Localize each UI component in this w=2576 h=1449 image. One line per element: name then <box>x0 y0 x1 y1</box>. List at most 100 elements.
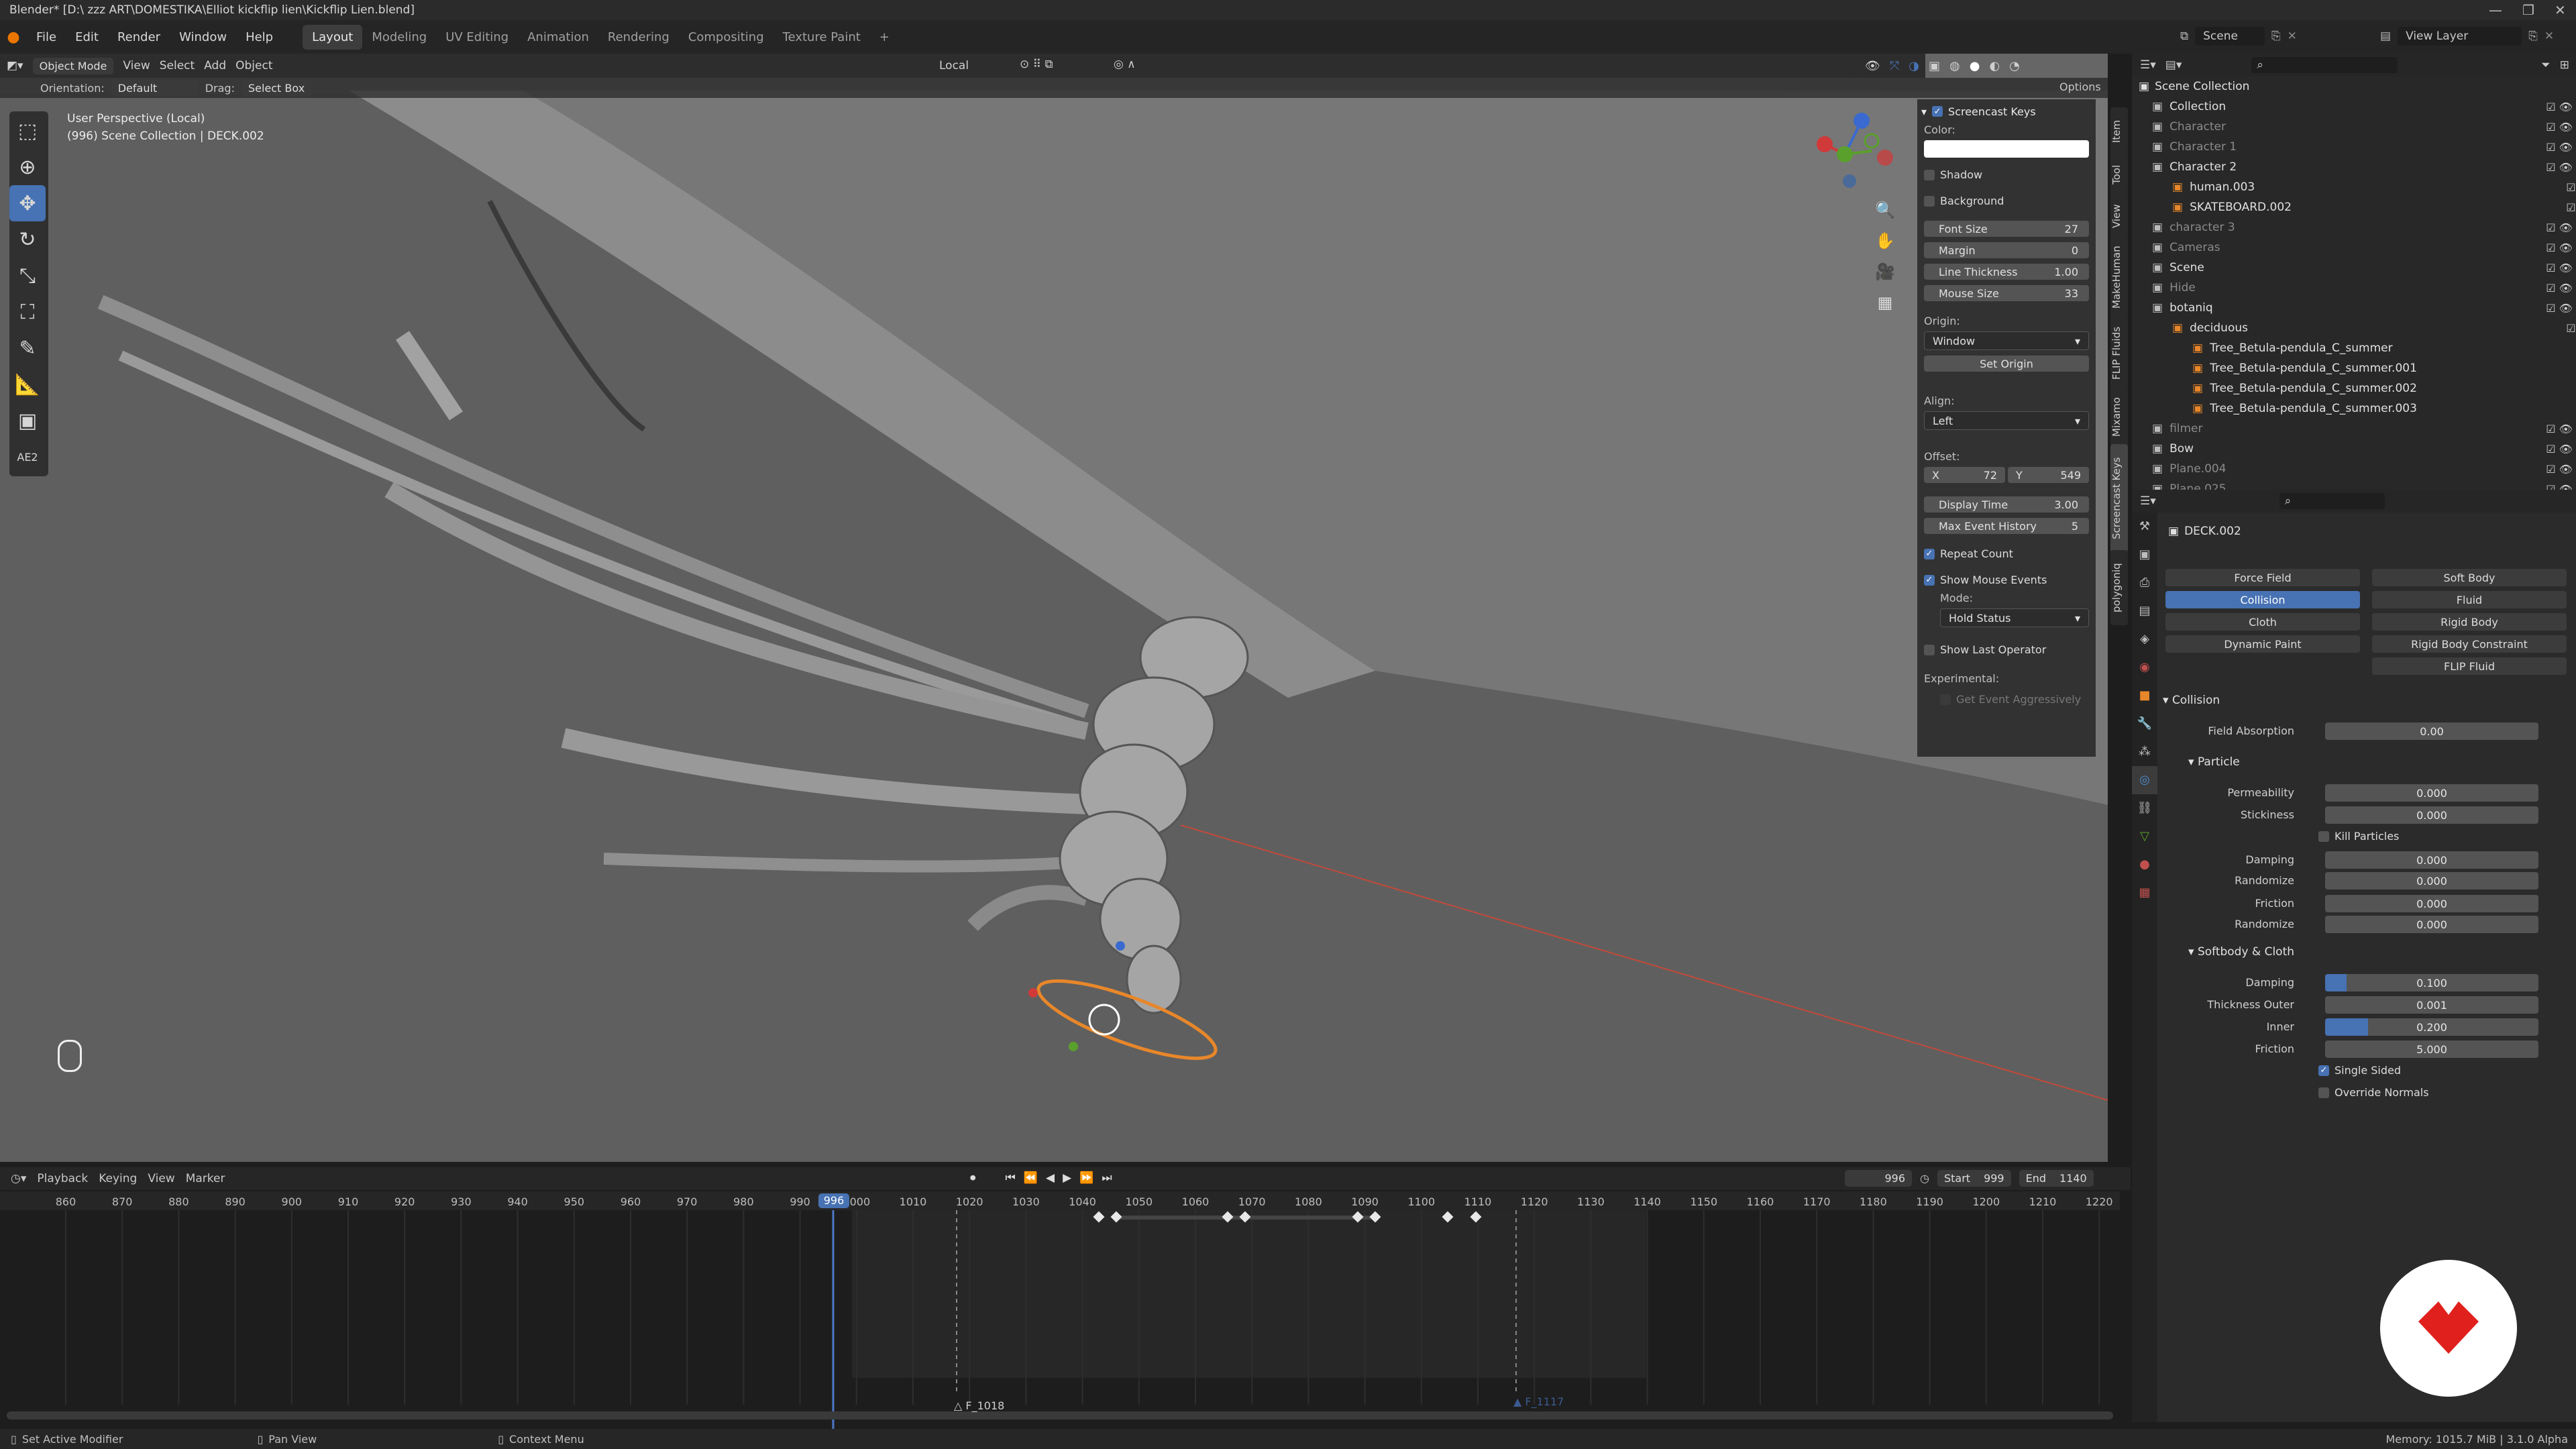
outliner-item[interactable]: ▣ Hide ☑ 👁 📷 <box>2132 278 2576 298</box>
outliner-search-icon[interactable]: ⌕ <box>2251 57 2398 73</box>
menu-window[interactable]: Window <box>170 30 236 44</box>
particle-subpanel-header[interactable]: ▾ Particle <box>2188 755 2240 769</box>
set-origin-button[interactable]: Set Origin <box>1924 356 2089 372</box>
physics-fluid-button[interactable]: Fluid <box>2372 591 2567 608</box>
properties-search-icon[interactable]: ⌕ <box>2279 493 2385 509</box>
outliner-display-mode-icon[interactable]: ▤▾ <box>2165 58 2182 72</box>
visibility-toggles[interactable]: ☑ 👁 📷 <box>2546 121 2576 133</box>
timeline-editor-icon[interactable]: ◷▾ <box>11 1172 26 1185</box>
new-collection-icon[interactable]: ⊞ <box>2560 58 2569 72</box>
outliner-item[interactable]: ▣ botaniq ☑ 👁 📷 <box>2132 298 2576 318</box>
outliner-item[interactable]: ▣Tree_Betula-pendula_C_summer.003☑ 👁 📷 <box>2132 398 2576 419</box>
start-frame-field[interactable]: Start 999 <box>1937 1170 2011 1187</box>
offset-y-field[interactable]: Y 549 <box>2008 467 2089 483</box>
damping-field[interactable]: 0.000 <box>2325 851 2538 869</box>
data-tab-icon[interactable]: ▽ <box>2132 822 2157 851</box>
visibility-toggles[interactable]: ☑ 👁 📷 <box>2546 262 2576 274</box>
visibility-toggles[interactable]: ☑ 👁 📷 <box>2546 282 2576 294</box>
options-dropdown[interactable]: Options <box>2059 80 2101 93</box>
scale-tool-icon[interactable]: ⤡ <box>9 258 46 294</box>
new-scene-icon[interactable]: ⎘ <box>2271 30 2281 43</box>
record-icon[interactable]: ⏺ <box>970 1171 976 1185</box>
visibility-toggles[interactable]: ☑ 👁 📷 <box>2546 241 2576 254</box>
menu-view-timeline[interactable]: View <box>148 1172 174 1185</box>
sidebar-tab-view[interactable]: View <box>2110 193 2128 239</box>
physics-tab-icon[interactable]: ◎ <box>2132 766 2157 794</box>
display-time-field[interactable]: Display Time 3.00 <box>1924 496 2089 513</box>
override-normals-checkbox[interactable]: Override Normals <box>2318 1086 2429 1099</box>
randomize-field[interactable]: 0.000 <box>2325 872 2538 890</box>
select-box-tool-icon[interactable]: ⬚ <box>9 113 46 149</box>
menu-object[interactable]: Object <box>235 59 272 72</box>
repeat-count-checkbox[interactable]: ✓ Repeat Count <box>1924 547 2096 560</box>
menu-keying[interactable]: Keying <box>99 1172 137 1185</box>
collapse-icon[interactable]: ▾ <box>1921 105 1927 118</box>
max-event-history-field[interactable]: Max Event History 5 <box>1924 518 2089 534</box>
background-checkbox[interactable]: Background <box>1924 195 2096 207</box>
font-size-field[interactable]: Font Size 27 <box>1924 221 2089 237</box>
outliner-item[interactable]: ▣ SKATEBOARD.002 ☑ 👁 📷 <box>2132 197 2576 217</box>
wireframe-shading-icon[interactable]: ◍ <box>1949 59 1960 73</box>
particles-tab-icon[interactable]: ⁂ <box>2132 738 2157 766</box>
kill-particles-checkbox[interactable]: Kill Particles <box>2318 830 2399 843</box>
permeability-field[interactable]: 0.000 <box>2325 784 2538 802</box>
show-mouse-events-checkbox[interactable]: ✓ Show Mouse Events <box>1924 574 2096 586</box>
physics-soft-body-button[interactable]: Soft Body <box>2372 569 2567 586</box>
marker-f1117[interactable]: ▲ F_1117 <box>1513 1395 1564 1408</box>
outliner-item[interactable]: ▣ deciduous ☑ 👁 📷 <box>2132 318 2576 338</box>
mouse-size-field[interactable]: Mouse Size 33 <box>1924 285 2089 301</box>
outliner-item[interactable]: ▣ Bow ☑ 👁 📷 <box>2132 439 2576 459</box>
minimize-icon[interactable]: — <box>2489 2 2502 18</box>
friction-field[interactable]: 0.000 <box>2325 895 2538 912</box>
inner-slider[interactable]: 0.200 <box>2325 1018 2538 1036</box>
collapse-icon[interactable]: ▾ <box>2163 694 2172 707</box>
drag-dropdown[interactable]: Select Box <box>241 79 312 97</box>
tab-modeling[interactable]: Modeling <box>362 25 436 50</box>
outliner[interactable]: ☰▾ ▤▾ ⌕ ⏷ ⊞ ▣ Scene Collection ▣ Collecti… <box>2132 54 2576 496</box>
menu-select[interactable]: Select <box>160 59 195 72</box>
color-swatch[interactable] <box>1924 140 2089 158</box>
transform-orientation-dropdown[interactable]: Local <box>939 59 969 72</box>
collision-panel-header[interactable]: ▾ Collision <box>2163 694 2220 707</box>
tab-texture-paint[interactable]: Texture Paint <box>773 25 870 50</box>
outliner-item[interactable]: ▣ character 3 ☑ 👁 📷 <box>2132 217 2576 237</box>
scene-name[interactable]: Scene <box>2195 27 2265 46</box>
outliner-item[interactable]: ▣ Plane.004 ☑ 👁 📷 <box>2132 459 2576 479</box>
outliner-item[interactable]: ▣ Scene ☑ 👁 📷 <box>2132 258 2576 278</box>
blender-logo-icon[interactable]: ● <box>0 29 27 46</box>
addon-tool-button[interactable]: AE2 <box>9 439 46 475</box>
menu-marker[interactable]: Marker <box>186 1172 225 1185</box>
outliner-item[interactable]: ▣ Character ☑ 👁 📷 <box>2132 117 2576 137</box>
align-dropdown[interactable]: Left ▾ <box>1924 411 2089 430</box>
menu-help[interactable]: Help <box>236 30 282 44</box>
physics-force-field-button[interactable]: Force Field <box>2165 569 2360 586</box>
visibility-toggles[interactable]: ☑ 👁 📷 <box>2546 302 2576 315</box>
close-icon[interactable]: ✕ <box>2555 2 2566 18</box>
delete-view-layer-icon[interactable]: ✕ <box>2544 30 2554 43</box>
editor-type-icon[interactable]: ◩▾ <box>7 59 23 72</box>
screencast-enable-checkbox[interactable]: ✓ <box>1932 106 1943 117</box>
visibility-icon[interactable]: 👁 <box>1865 59 1880 73</box>
move-tool-icon[interactable]: ✥ <box>9 185 46 221</box>
pivot-icon[interactable]: ⊙ ⠿ ⧉ <box>1020 58 1053 71</box>
sb-friction-field[interactable]: 5.000 <box>2325 1040 2538 1058</box>
menu-render[interactable]: Render <box>108 30 170 44</box>
material-tab-icon[interactable]: ● <box>2132 851 2157 879</box>
rendered-shading-icon[interactable]: ◔ <box>2009 59 2020 73</box>
transform-tool-icon[interactable]: ⛶ <box>9 294 46 330</box>
rotate-tool-icon[interactable]: ↻ <box>9 221 46 258</box>
zoom-icon[interactable]: 🔍 <box>1872 195 1898 225</box>
physics-flip-fluid-button[interactable]: FLIP Fluid <box>2372 657 2567 675</box>
sidebar-tab-screencast-keys[interactable]: Screencast Keys <box>2110 444 2128 553</box>
thickness-outer-field[interactable]: 0.001 <box>2325 996 2538 1014</box>
visibility-toggles[interactable]: ☑ 👁 📷 <box>2546 423 2576 435</box>
visibility-toggles[interactable]: ☑ 👁 📷 <box>2566 201 2576 214</box>
scene-selector[interactable]: ⧉ Scene ⎘ ✕ <box>2180 27 2297 46</box>
outliner-item[interactable]: ▣Tree_Betula-pendula_C_summer.001☑ 👁 📷 <box>2132 358 2576 378</box>
sidebar-tab-tool[interactable]: Tool <box>2110 153 2128 196</box>
physics-rigid-body-constraint-button[interactable]: Rigid Body Constraint <box>2372 635 2567 653</box>
outliner-item[interactable]: ▣ human.003 ☑ 👁 📷 <box>2132 177 2576 197</box>
xray-icon[interactable]: ▣ <box>1929 59 1940 73</box>
menu-edit[interactable]: Edit <box>66 30 108 44</box>
sidebar-tab-item[interactable]: Item <box>2110 107 2128 156</box>
